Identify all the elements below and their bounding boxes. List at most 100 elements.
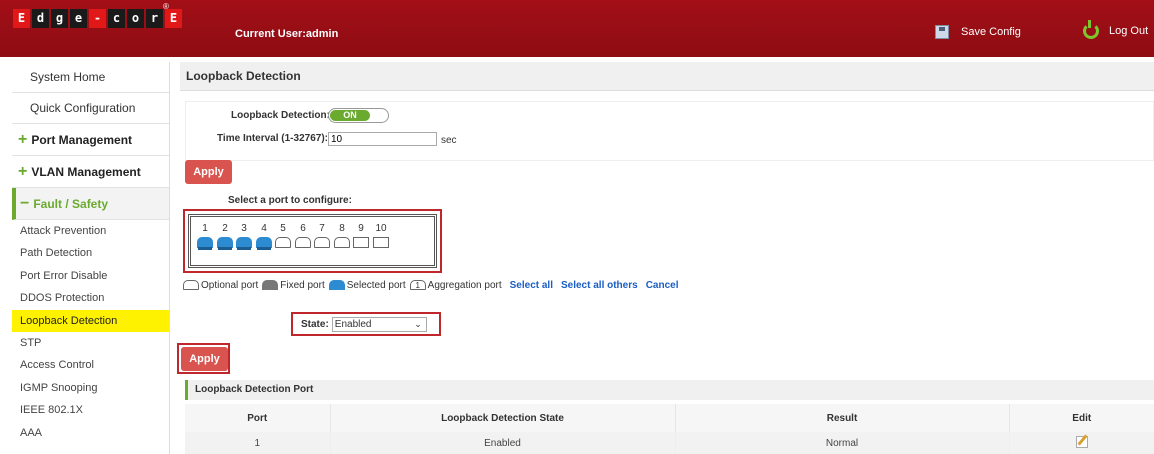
column-header-result: Result	[675, 404, 1010, 432]
aggregation-port-icon: 1	[409, 280, 426, 290]
column-header-state: Loopback Detection State	[330, 404, 676, 432]
time-interval-unit: sec	[441, 135, 457, 146]
table-header-row: Port Loopback Detection State Result Edi…	[185, 404, 1154, 432]
port-number: 1	[202, 223, 208, 234]
sidebar-item-access-control[interactable]: Access Control	[12, 354, 169, 376]
state-label: State:	[301, 318, 329, 330]
port-number: 8	[339, 223, 345, 234]
port-9-icon[interactable]	[353, 237, 369, 248]
apply-button[interactable]: Apply	[185, 160, 232, 184]
sidebar-item-igmp-snooping[interactable]: IGMP Snooping	[12, 377, 169, 399]
logout-button[interactable]: Log Out	[1083, 20, 1149, 39]
sidebar-item-aaa[interactable]: AAA	[12, 422, 169, 444]
port-selector-panel: 1 2 3 4 5 6 7 8 9 10	[183, 209, 442, 273]
logo-letter: r	[146, 9, 163, 28]
sidebar-item-port-error-disable[interactable]: Port Error Disable	[12, 265, 169, 287]
port-10-icon[interactable]	[373, 237, 389, 248]
state-select-value: Enabled	[334, 318, 372, 330]
table-row: 1 Enabled Normal	[185, 432, 1154, 454]
apply-state-button[interactable]: Apply	[181, 347, 228, 371]
select-all-link[interactable]: Select all	[510, 280, 553, 291]
chevron-down-icon: ⌄	[414, 318, 422, 329]
loopback-detection-label: Loopback Detection:	[231, 110, 330, 121]
port-number: 3	[241, 223, 247, 234]
sidebar-item-loopback-detection[interactable]: Loopback Detection	[12, 309, 169, 332]
logo-letter: e	[70, 9, 87, 28]
select-port-label: Select a port to configure:	[228, 195, 352, 206]
sidebar-group-vlan-management[interactable]: + VLAN Management	[12, 156, 169, 188]
port-7-icon[interactable]	[314, 237, 330, 248]
port-number: 6	[300, 223, 306, 234]
logo-letter: d	[32, 9, 49, 28]
logo-letter: -	[89, 9, 106, 28]
save-config-button[interactable]: Save Config	[935, 25, 1021, 39]
top-bar: E d g e - c o r E ® Current User:admin S…	[0, 0, 1154, 57]
cell-state: Enabled	[330, 432, 676, 454]
sidebar-group-label: Port Management	[31, 133, 133, 147]
legend-fixed-label: Fixed port	[280, 279, 325, 291]
logout-label: Log Out	[1109, 25, 1149, 37]
port-number: 9	[358, 223, 364, 234]
plus-icon: +	[18, 131, 28, 148]
sidebar-item-attack-prevention[interactable]: Attack Prevention	[12, 220, 169, 242]
port-grid: 1 2 3 4 5 6 7 8 9 10	[188, 214, 437, 268]
cell-result: Normal	[675, 432, 1010, 454]
sidebar-group-port-management[interactable]: + Port Management	[12, 124, 169, 156]
table-title: Loopback Detection Port	[185, 380, 1154, 400]
registered-mark: ®	[163, 2, 169, 11]
fixed-port-icon	[262, 280, 279, 290]
save-config-label: Save Config	[961, 26, 1021, 38]
port-number: 4	[261, 223, 267, 234]
port-2-icon[interactable]	[217, 237, 233, 250]
logo-letter: g	[51, 9, 68, 28]
select-all-others-link[interactable]: Select all others	[561, 280, 638, 291]
port-8-icon[interactable]	[334, 237, 350, 248]
edgecore-logo: E d g e - c o r E	[13, 9, 184, 29]
port-number: 2	[222, 223, 228, 234]
port-4-icon[interactable]	[256, 237, 272, 250]
state-field: State: Enabled ⌄	[291, 312, 441, 336]
sidebar-group-label: Fault / Safety	[33, 197, 109, 211]
port-5-icon[interactable]	[275, 237, 291, 248]
legend-selected-label: Selected port	[346, 279, 406, 291]
loopback-port-table: Port Loopback Detection State Result Edi…	[185, 404, 1154, 454]
sidebar-item-stp[interactable]: STP	[12, 332, 169, 354]
minus-icon: −	[20, 195, 30, 212]
port-number: 5	[280, 223, 286, 234]
power-icon	[1083, 20, 1099, 39]
time-interval-input[interactable]	[328, 132, 437, 146]
selected-port-icon	[328, 280, 345, 290]
logo-letter: o	[127, 9, 144, 28]
toggle-on-state: ON	[330, 110, 370, 121]
legend-aggregation-label: Aggregation port	[427, 279, 502, 291]
page-title: Loopback Detection	[180, 62, 1154, 91]
edit-icon[interactable]	[1075, 435, 1088, 448]
port-number: 10	[375, 223, 387, 234]
port-6-icon[interactable]	[295, 237, 311, 248]
sidebar-item-ddos-protection[interactable]: DDOS Protection	[12, 287, 169, 309]
sidebar-group-label: VLAN Management	[31, 165, 141, 179]
port-1-icon[interactable]	[197, 237, 213, 250]
cancel-link[interactable]: Cancel	[646, 280, 679, 291]
logo-letter: E	[13, 9, 30, 28]
sidebar-item-path-detection[interactable]: Path Detection	[12, 242, 169, 264]
sidebar-group-fault-safety[interactable]: − Fault / Safety	[12, 188, 169, 220]
cell-port: 1	[185, 432, 331, 454]
sidebar-item-system-home[interactable]: System Home	[12, 62, 169, 93]
column-header-port: Port	[185, 404, 331, 432]
port-3-icon[interactable]	[236, 237, 252, 250]
plus-icon: +	[18, 163, 28, 180]
optional-port-icon	[183, 280, 199, 290]
loopback-toggle[interactable]: ON	[328, 108, 389, 123]
logo-letter: c	[108, 9, 125, 28]
save-icon	[935, 25, 949, 39]
time-interval-label: Time Interval (1-32767):	[217, 133, 328, 144]
sidebar: System Home Quick Configuration + Port Ma…	[12, 62, 170, 454]
logo-letter: E	[165, 9, 182, 28]
state-select[interactable]: Enabled ⌄	[331, 316, 427, 332]
main-content: Loopback Detection Loopback Detection: O…	[177, 62, 1154, 454]
sidebar-item-ieee-8021x[interactable]: IEEE 802.1X	[12, 399, 169, 421]
sidebar-item-quick-configuration[interactable]: Quick Configuration	[12, 93, 169, 124]
cell-edit	[1009, 432, 1154, 454]
current-user-label: Current User:admin	[235, 28, 339, 40]
